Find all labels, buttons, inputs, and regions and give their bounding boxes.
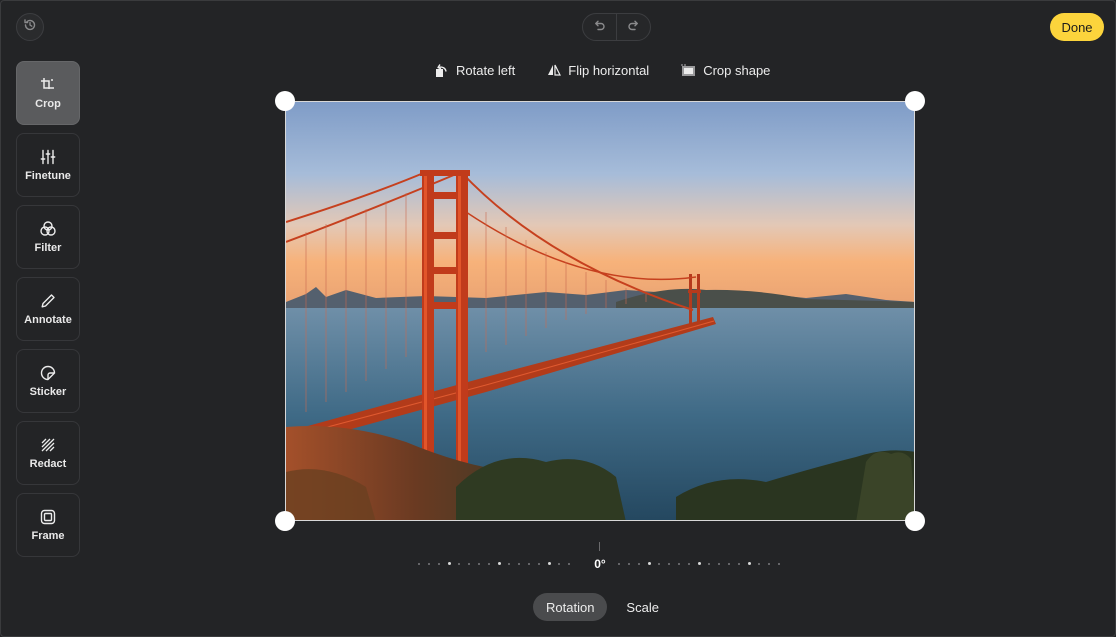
flip-horizontal-label: Flip horizontal bbox=[568, 62, 650, 78]
dial-minor-tick bbox=[738, 563, 740, 565]
crop-handle-top-right[interactable] bbox=[905, 91, 925, 111]
sidebar-item-label: Filter bbox=[34, 242, 62, 254]
sidebar-item-redact[interactable]: Redact bbox=[16, 421, 80, 485]
dial-minor-tick bbox=[508, 563, 510, 565]
rotate-left-button[interactable]: Rotate left bbox=[433, 62, 515, 78]
crop-handle-bottom-left[interactable] bbox=[275, 511, 295, 531]
dial-value: 0° bbox=[594, 557, 606, 571]
undo-button[interactable] bbox=[583, 14, 616, 40]
tab-scale[interactable]: Scale bbox=[613, 593, 672, 621]
redo-icon bbox=[627, 18, 640, 36]
dial-major-tick bbox=[698, 562, 701, 565]
crop-image-area[interactable] bbox=[285, 101, 915, 521]
dial-minor-tick bbox=[478, 563, 480, 565]
dial-minor-tick bbox=[718, 563, 720, 565]
sidebar-item-annotate[interactable]: Annotate bbox=[16, 277, 80, 341]
dial-minor-tick bbox=[708, 563, 710, 565]
dial-minor-tick bbox=[418, 563, 420, 565]
flip-horizontal-icon bbox=[547, 63, 562, 77]
crop-handle-bottom-right[interactable] bbox=[905, 511, 925, 531]
redo-button[interactable] bbox=[616, 14, 650, 40]
crop-shape-button[interactable]: Crop shape bbox=[681, 63, 770, 78]
dial-minor-tick bbox=[618, 563, 620, 565]
dial-minor-tick bbox=[558, 563, 560, 565]
sidebar-item-label: Frame bbox=[31, 530, 65, 542]
dial-minor-tick bbox=[428, 563, 430, 565]
history-icon bbox=[23, 18, 37, 37]
sidebar-item-filter[interactable]: Filter bbox=[16, 205, 80, 269]
dial-major-tick bbox=[648, 562, 651, 565]
dial-minor-tick bbox=[458, 563, 460, 565]
flip-horizontal-button[interactable]: Flip horizontal bbox=[547, 63, 649, 78]
dial-minor-tick bbox=[488, 563, 490, 565]
dial-minor-tick bbox=[518, 563, 520, 565]
dial-minor-tick bbox=[688, 563, 690, 565]
undo-icon bbox=[593, 18, 606, 36]
dial-major-tick bbox=[448, 562, 451, 565]
sidebar-item-label: Redact bbox=[29, 458, 67, 470]
rotation-dial[interactable]: 0° bbox=[418, 540, 782, 571]
sidebar-item-label: Crop bbox=[35, 98, 61, 110]
rotate-left-label: Rotate left bbox=[456, 62, 516, 78]
sticker-icon bbox=[39, 364, 57, 382]
dial-minor-tick bbox=[768, 563, 770, 565]
dial-minor-tick bbox=[568, 563, 570, 565]
dial-minor-tick bbox=[678, 563, 680, 565]
crop-shape-icon bbox=[681, 63, 696, 77]
tool-sidebar: Crop Finetune Filter Annotate Sticker Re… bbox=[16, 61, 80, 557]
dial-minor-tick bbox=[538, 563, 540, 565]
crop-shape-label: Crop shape bbox=[703, 62, 771, 78]
dial-minor-tick bbox=[728, 563, 730, 565]
pencil-icon bbox=[39, 292, 57, 310]
crop-mode-tabs: Rotation Scale bbox=[533, 593, 672, 621]
dial-minor-tick bbox=[638, 563, 640, 565]
dial-center-marker bbox=[599, 542, 600, 551]
frame-icon bbox=[39, 508, 57, 526]
dial-minor-tick bbox=[438, 563, 440, 565]
golden-gate-bridge-photo bbox=[286, 102, 914, 520]
sidebar-item-finetune[interactable]: Finetune bbox=[16, 133, 80, 197]
dial-major-tick bbox=[498, 562, 501, 565]
sidebar-item-label: Sticker bbox=[29, 386, 67, 398]
crop-handle-top-left[interactable] bbox=[275, 91, 295, 111]
dial-minor-tick bbox=[628, 563, 630, 565]
undo-redo-group bbox=[582, 13, 651, 41]
rotate-left-icon bbox=[433, 62, 449, 78]
sidebar-item-sticker[interactable]: Sticker bbox=[16, 349, 80, 413]
sidebar-item-crop[interactable]: Crop bbox=[16, 61, 80, 125]
sidebar-item-frame[interactable]: Frame bbox=[16, 493, 80, 557]
sidebar-item-label: Annotate bbox=[24, 314, 72, 326]
crop-icon bbox=[39, 76, 57, 94]
dial-major-tick bbox=[548, 562, 551, 565]
dial-minor-tick bbox=[668, 563, 670, 565]
dial-minor-tick bbox=[468, 563, 470, 565]
dial-minor-tick bbox=[758, 563, 760, 565]
filter-circles-icon bbox=[39, 220, 57, 238]
dial-minor-tick bbox=[528, 563, 530, 565]
history-button[interactable] bbox=[16, 13, 44, 41]
crop-toolbar: Rotate left Flip horizontal Crop shape bbox=[433, 60, 770, 80]
sidebar-item-label: Finetune bbox=[25, 170, 71, 182]
sliders-icon bbox=[39, 148, 57, 166]
done-button[interactable]: Done bbox=[1050, 13, 1104, 41]
redact-hatch-icon bbox=[39, 436, 57, 454]
tab-rotation[interactable]: Rotation bbox=[533, 593, 608, 621]
dial-minor-tick bbox=[658, 563, 660, 565]
dial-minor-tick bbox=[778, 563, 780, 565]
dial-major-tick bbox=[748, 562, 751, 565]
